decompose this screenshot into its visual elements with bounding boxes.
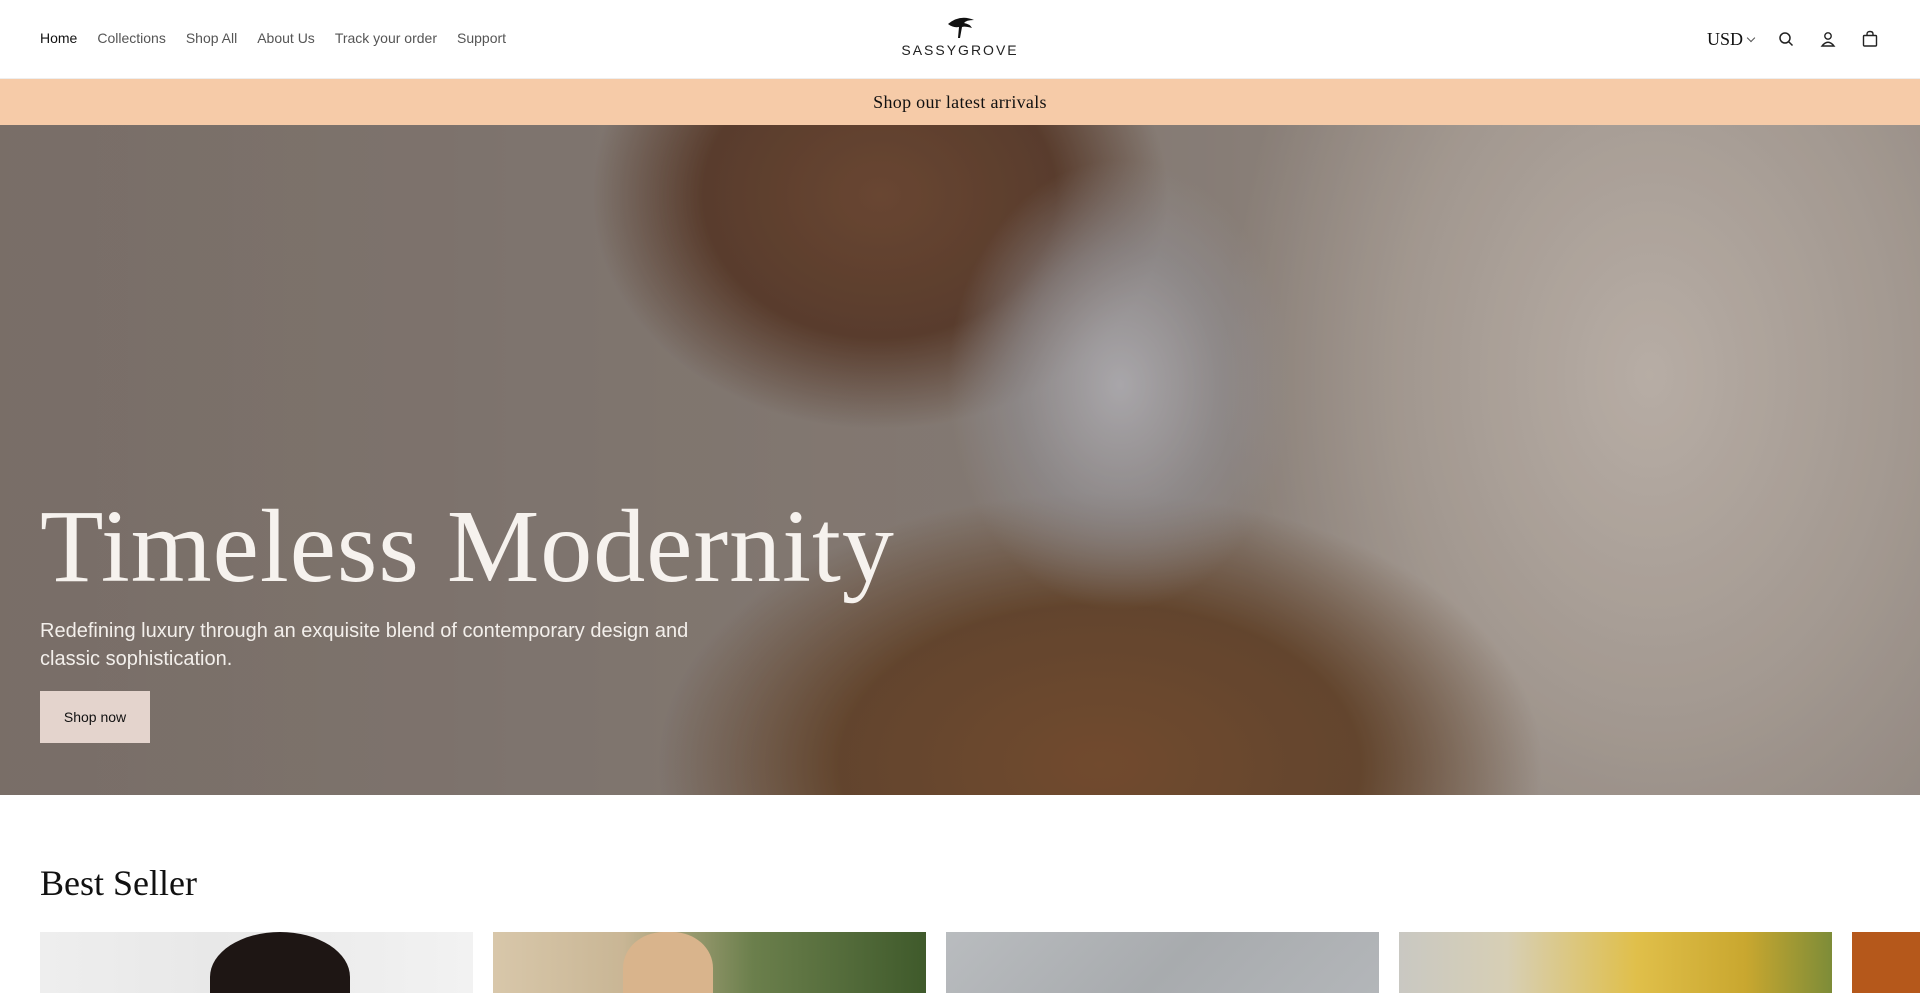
hero-title: Timeless Modernity	[40, 489, 895, 604]
hero-subtitle: Redefining luxury through an exquisite b…	[40, 620, 689, 670]
product-card[interactable]	[1852, 932, 1920, 993]
product-card[interactable]	[40, 932, 473, 993]
currency-selector[interactable]: USD	[1706, 28, 1756, 50]
product-card[interactable]	[1399, 932, 1832, 993]
account-icon[interactable]	[1818, 29, 1838, 49]
nav-about-us[interactable]: About Us	[257, 30, 315, 46]
chevron-down-icon	[1746, 33, 1756, 42]
brand-logo[interactable]: SASSYGROVE	[900, 14, 1020, 64]
nav-collections[interactable]: Collections	[97, 30, 165, 46]
hero-banner: Timeless Modernity Redefining luxury thr…	[0, 125, 1920, 795]
main-nav: Home Collections Shop All About Us Track…	[40, 30, 506, 46]
product-image	[210, 932, 350, 993]
product-card[interactable]	[493, 932, 926, 993]
announcement-text: Shop our latest arrivals	[873, 91, 1047, 112]
best-seller-section: Best Seller	[40, 862, 197, 904]
search-icon[interactable]	[1776, 29, 1796, 49]
cart-icon[interactable]	[1860, 29, 1880, 49]
best-seller-heading: Best Seller	[40, 863, 197, 903]
shop-now-button[interactable]: Shop now	[40, 691, 150, 743]
product-carousel	[40, 932, 1920, 993]
product-card[interactable]	[946, 932, 1379, 993]
site-header: Home Collections Shop All About Us Track…	[0, 0, 1920, 79]
product-image	[623, 932, 713, 993]
hero-content: Timeless Modernity Redefining luxury thr…	[40, 495, 895, 743]
nav-shop-all[interactable]: Shop All	[186, 30, 237, 46]
announcement-bar[interactable]: Shop our latest arrivals	[0, 79, 1920, 125]
nav-track-order[interactable]: Track your order	[335, 30, 437, 46]
nav-support[interactable]: Support	[457, 30, 506, 46]
header-actions: USD	[1707, 24, 1880, 54]
currency-label: USD	[1706, 28, 1743, 49]
logo-mark-icon	[948, 17, 974, 38]
nav-home[interactable]: Home	[40, 30, 77, 46]
brand-name: SASSYGROVE	[901, 42, 1019, 58]
